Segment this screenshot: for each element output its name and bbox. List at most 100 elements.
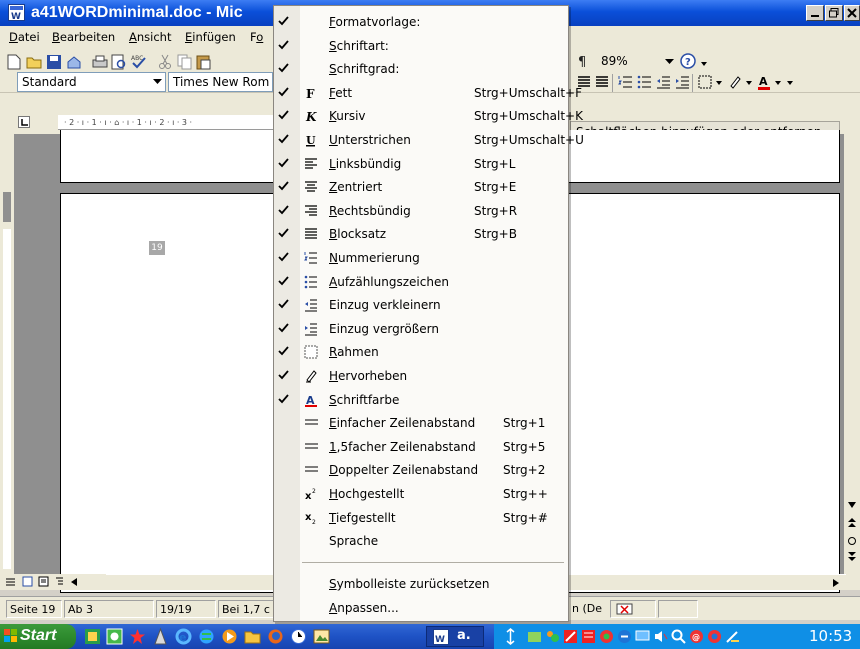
quicklaunch-calendar-icon[interactable]: [106, 628, 123, 645]
outline-view-icon[interactable]: [54, 576, 65, 587]
style-combo[interactable]: Standard: [17, 72, 166, 92]
help-icon[interactable]: ?: [680, 53, 696, 70]
horizontal-ruler[interactable]: · 2 · ı · 1 · ı · ⌂ · ı · 1 · ı · 2 · ı …: [58, 115, 273, 130]
restore-button[interactable]: [825, 5, 843, 21]
menu-item-schriftfarbe[interactable]: A Schriftfarbe: [274, 388, 568, 411]
toolbar-border-icon[interactable]: [698, 75, 712, 89]
tray-flag-icon[interactable]: [725, 629, 740, 644]
status-spelling[interactable]: [610, 600, 656, 618]
toolbar-justify2-icon[interactable]: [595, 75, 609, 89]
quicklaunch-firefox-icon[interactable]: [267, 628, 284, 645]
menu-item-1-5facher-zeilenabstand[interactable]: 1,5facher Zeilenabstand Strg+5: [274, 435, 568, 458]
scroll-down-icon[interactable]: [847, 501, 857, 509]
quicklaunch-folder-icon[interactable]: [244, 628, 261, 645]
tray-scroll-icon[interactable]: [505, 628, 516, 645]
paste-icon[interactable]: [196, 53, 212, 70]
toolbar-options-icon[interactable]: [701, 62, 707, 68]
browse-object-icon[interactable]: [847, 536, 857, 546]
menu-bearbeiten[interactable]: Bearbeiten: [52, 30, 115, 44]
menu-item-nummerierung[interactable]: Nummerierung: [274, 246, 568, 269]
tray-speaker-icon[interactable]: [653, 629, 668, 644]
toolbar-indent-decrease-icon[interactable]: [656, 75, 671, 89]
menu-item-kursiv[interactable]: K Kursiv Strg+Umschalt+K: [274, 104, 583, 127]
menu-item-symbolleiste-zurucksetzen[interactable]: Symbolleiste zurücksetzen: [274, 572, 568, 595]
menu-datei[interactable]: Datei: [9, 30, 40, 44]
font-combo[interactable]: Times New Rom: [168, 72, 273, 92]
tray-users-icon[interactable]: [545, 629, 560, 644]
menu-item-einzug-verkleinern[interactable]: Einzug verkleinern: [274, 293, 568, 316]
menu-item-schriftart[interactable]: Schriftart:: [274, 34, 568, 57]
menu-einfuegen[interactable]: Einfügen: [185, 30, 236, 44]
menu-item-anpassen[interactable]: Anpassen...: [274, 596, 568, 619]
permission-icon[interactable]: [66, 54, 82, 70]
menu-item-hochgestellt[interactable]: x 2 Hochgestellt Strg++: [274, 482, 568, 505]
style-dropdown-icon[interactable]: [153, 79, 162, 85]
tray-update-icon[interactable]: [617, 629, 632, 644]
menu-item-fett[interactable]: F Fett Strg+Umschalt+F: [274, 81, 582, 104]
toolbar-indent-increase-icon[interactable]: [675, 75, 690, 89]
next-page-icon[interactable]: [847, 552, 857, 562]
print-icon[interactable]: [92, 54, 108, 70]
tab-selector[interactable]: [18, 116, 30, 128]
print-preview-icon[interactable]: [111, 54, 127, 70]
tray-monitor-icon[interactable]: [635, 629, 650, 644]
scroll-right-icon[interactable]: [832, 578, 840, 588]
paragraph-marks-icon[interactable]: ¶: [578, 54, 590, 70]
spelling-icon[interactable]: ABC: [130, 53, 147, 70]
tray-search-icon[interactable]: [671, 629, 686, 644]
toolbar-highlight-icon[interactable]: [728, 75, 742, 89]
print-layout-icon[interactable]: [38, 576, 49, 587]
toolbar-bullets-icon[interactable]: [637, 75, 652, 89]
menu-item-doppelter-zeilenabstand[interactable]: Doppelter Zeilenabstand Strg+2: [274, 458, 568, 481]
toolbar-numbering-icon[interactable]: [618, 75, 633, 89]
menu-item-tiefgestellt[interactable]: x 2 Tiefgestellt Strg+#: [274, 506, 568, 529]
toolbar-overflow-icon[interactable]: [787, 81, 793, 87]
start-button[interactable]: Start: [0, 624, 76, 649]
toolbar-font-color-dropdown-icon[interactable]: [775, 81, 781, 85]
toolbar-border-dropdown-icon[interactable]: [716, 81, 722, 85]
task-button-word[interactable]: W a.: [426, 626, 484, 647]
normal-view-icon[interactable]: [5, 577, 16, 587]
web-layout-icon[interactable]: [22, 576, 33, 587]
zoom-combo[interactable]: 89%: [597, 52, 661, 72]
close-button[interactable]: [844, 5, 860, 21]
menu-item-rahmen[interactable]: Rahmen: [274, 340, 568, 363]
menu-item-hervorheben[interactable]: Hervorheben: [274, 364, 568, 387]
new-document-icon[interactable]: [7, 54, 22, 70]
page-field[interactable]: 19: [149, 241, 165, 255]
tray-email-icon[interactable]: @: [689, 629, 704, 644]
menu-format[interactable]: Fo: [250, 30, 263, 44]
copy-icon[interactable]: [177, 54, 193, 70]
save-icon[interactable]: [46, 54, 62, 70]
menu-item-sprache[interactable]: Sprache: [274, 529, 568, 552]
menu-item-schriftgrad[interactable]: Schriftgrad:: [274, 57, 568, 80]
toolbar-highlight-dropdown-icon[interactable]: [746, 81, 752, 85]
tray-network-icon[interactable]: [527, 629, 542, 644]
quicklaunch-clock-icon[interactable]: [290, 628, 307, 645]
menu-ansicht[interactable]: Ansicht: [129, 30, 171, 44]
quicklaunch-globe-icon[interactable]: [198, 628, 215, 645]
cut-icon[interactable]: [158, 54, 172, 70]
quicklaunch-media-icon[interactable]: [221, 628, 238, 645]
menu-item-rechtsbundig[interactable]: Rechtsbündig Strg+R: [274, 199, 568, 222]
minimize-button[interactable]: [806, 5, 824, 21]
menu-item-aufzahlungszeichen[interactable]: Aufzählungszeichen: [274, 270, 568, 293]
previous-page-icon[interactable]: [847, 518, 857, 528]
tray-chat-icon[interactable]: [581, 629, 596, 644]
open-folder-icon[interactable]: [26, 54, 43, 70]
menu-item-zentriert[interactable]: Zentriert Strg+E: [274, 175, 568, 198]
scroll-left-icon[interactable]: [70, 577, 78, 587]
menu-item-linksbundig[interactable]: Linksbündig Strg+L: [274, 152, 568, 175]
menu-item-blocksatz[interactable]: Blocksatz Strg+B: [274, 222, 568, 245]
quicklaunch-tower-icon[interactable]: [152, 627, 169, 645]
tray-shield-icon[interactable]: [599, 629, 614, 644]
quicklaunch-image-icon[interactable]: [313, 628, 330, 645]
quicklaunch-star-icon[interactable]: [129, 628, 146, 645]
menu-item-einfacher-zeilenabstand[interactable]: Einfacher Zeilenabstand Strg+1: [274, 411, 568, 434]
quicklaunch-app-icon[interactable]: [84, 628, 101, 645]
menu-item-formatvorlage[interactable]: Formatvorlage:: [274, 10, 568, 33]
tray-antivirus-icon[interactable]: [563, 629, 578, 644]
toolbar-font-color-icon[interactable]: A: [757, 74, 771, 90]
menu-item-unterstrichen[interactable]: U Unterstrichen Strg+Umschalt+U: [274, 128, 584, 151]
zoom-dropdown-icon[interactable]: [665, 59, 674, 65]
